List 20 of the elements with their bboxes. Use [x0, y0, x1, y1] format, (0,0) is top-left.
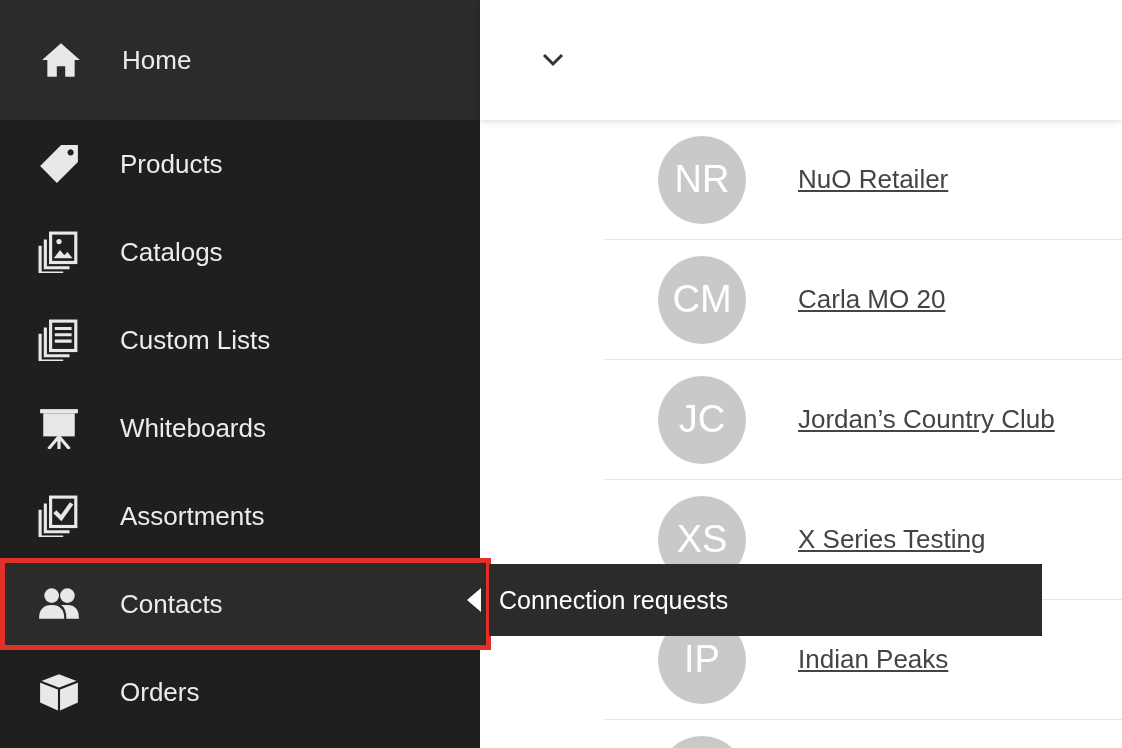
- contact-link[interactable]: X Series Testing: [798, 524, 986, 555]
- catalog-icon: [38, 231, 80, 273]
- nav-item[interactable]: Orders: [0, 648, 480, 736]
- tag-icon: [38, 143, 80, 185]
- chevron-down-icon[interactable]: [542, 53, 564, 67]
- list-icon: [38, 319, 80, 361]
- flyout-item[interactable]: Connection requests: [499, 585, 729, 615]
- contact-link[interactable]: Jordan’s Country Club: [798, 404, 1055, 435]
- easel-icon: [38, 407, 80, 449]
- checklist-icon: [38, 495, 80, 537]
- contact-link[interactable]: NuO Retailer: [798, 164, 949, 195]
- nav-item[interactable]: Custom Lists: [0, 296, 480, 384]
- pointer-icon: [467, 588, 481, 612]
- nav-item[interactable]: Products: [0, 120, 480, 208]
- nav-item[interactable]: Catalogs: [0, 208, 480, 296]
- home-nav-item[interactable]: Home: [0, 0, 480, 120]
- nav-item[interactable]: Assortments: [0, 472, 480, 560]
- nav-item[interactable]: Whiteboards: [0, 384, 480, 472]
- contact-link[interactable]: Carla MO 20: [798, 284, 946, 315]
- box-icon: [38, 671, 80, 713]
